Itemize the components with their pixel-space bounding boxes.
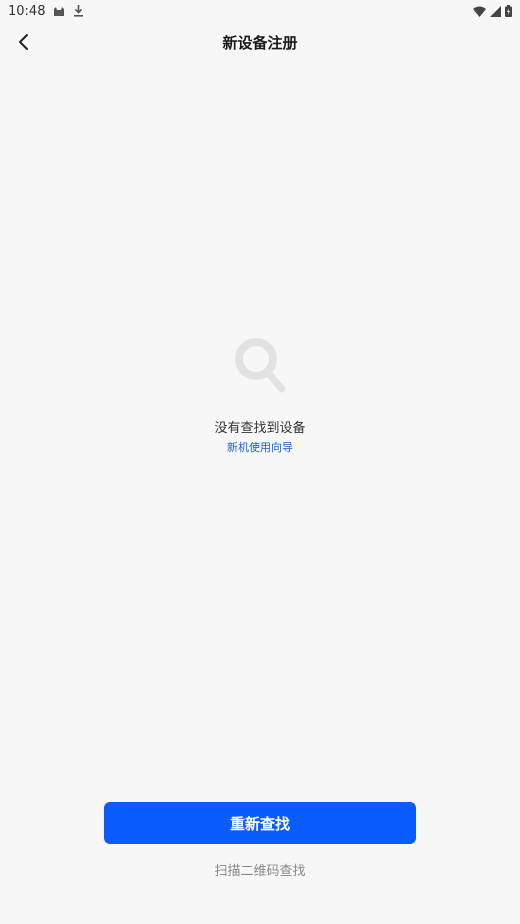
wifi-icon bbox=[473, 6, 486, 17]
new-device-guide-link[interactable]: 新机使用向导 bbox=[227, 439, 293, 455]
scan-qr-code-link[interactable]: 扫描二维码查找 bbox=[0, 860, 520, 879]
signal-icon bbox=[490, 5, 501, 17]
empty-message: 没有查找到设备 bbox=[214, 421, 306, 436]
battery-icon bbox=[505, 5, 512, 17]
app-bar: 新设备注册 bbox=[0, 22, 520, 62]
page-title: 新设备注册 bbox=[222, 34, 298, 52]
download-icon bbox=[73, 5, 84, 17]
status-bar: 10:48 bbox=[0, 0, 520, 22]
status-bar-right bbox=[473, 5, 512, 17]
empty-state: 没有查找到设备 新机使用向导 bbox=[0, 334, 520, 455]
magnifier-icon bbox=[235, 338, 286, 393]
status-bar-left: 10:48 bbox=[8, 4, 84, 19]
rescan-button[interactable]: 重新查找 bbox=[104, 802, 416, 844]
cat-icon bbox=[53, 6, 65, 17]
status-time: 10:48 bbox=[8, 3, 46, 19]
